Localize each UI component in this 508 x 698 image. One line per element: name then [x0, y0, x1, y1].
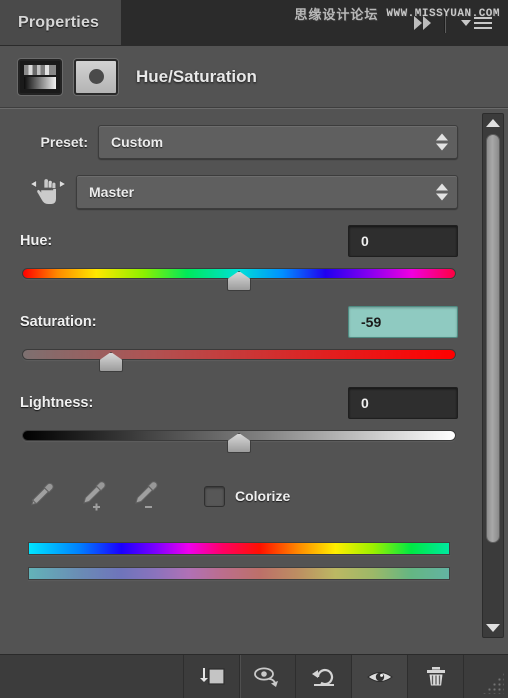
adjustment-controls: Preset: Custom Master Hue: 0 Saturation:…	[0, 109, 476, 642]
checkbox-unchecked-icon[interactable]	[204, 485, 225, 507]
eyedropper-add-icon[interactable]	[78, 480, 108, 512]
panel-tab-bar: Properties 思缘设计论坛 WWW.MISSYUAN.COM	[0, 0, 508, 46]
preset-select-value: Custom	[111, 134, 164, 150]
chevron-down-icon	[461, 19, 471, 26]
stepper-up-down-icon	[436, 183, 448, 201]
saturation-label: Saturation:	[20, 314, 97, 330]
on-image-adjustment-hand-icon[interactable]	[20, 173, 76, 211]
eye-rotate-icon	[254, 667, 278, 687]
scroll-down-arrow-icon[interactable]	[483, 619, 503, 637]
adjustment-thumb-gradient	[24, 76, 56, 89]
toggle-visibility-button[interactable]	[352, 655, 408, 698]
source-color-spectrum	[28, 542, 450, 555]
delete-adjustment-button[interactable]	[408, 655, 464, 698]
toggle-last-state-button[interactable]	[240, 655, 296, 698]
hamburger-icon	[474, 16, 492, 29]
saturation-slider-group: Saturation: -59	[20, 306, 458, 373]
hue-value-input[interactable]: 0	[348, 225, 458, 257]
clip-to-layer-button[interactable]	[184, 655, 240, 698]
trash-icon	[426, 666, 445, 686]
hue-slider-group: Hue: 0	[20, 225, 458, 292]
vertical-scrollbar[interactable]	[482, 113, 504, 638]
reset-adjustment-button[interactable]	[296, 655, 352, 698]
stepper-up-down-icon	[436, 133, 448, 151]
channel-select-value: Master	[89, 184, 135, 200]
lightness-slider-group: Lightness: 0	[20, 387, 458, 454]
channel-select[interactable]: Master	[76, 175, 458, 209]
colorize-label: Colorize	[235, 488, 291, 504]
channel-row: Master	[20, 173, 458, 211]
colorize-checkbox-row[interactable]: Colorize	[204, 485, 291, 507]
tools-row: Colorize	[20, 480, 458, 512]
tab-bar-empty-area	[122, 0, 410, 45]
scroll-up-arrow-icon[interactable]	[483, 114, 503, 132]
panel-footer-toolbar	[0, 654, 508, 698]
panel-menu-icon[interactable]	[455, 16, 498, 29]
scrollbar-track[interactable]	[483, 132, 503, 619]
hue-slider-track-wrap[interactable]	[22, 266, 456, 292]
adjustment-header: Hue/Saturation	[0, 46, 508, 108]
mask-dot-icon	[88, 69, 104, 84]
tab-properties[interactable]: Properties	[0, 0, 123, 45]
panel-body: Preset: Custom Master Hue: 0 Saturation:…	[0, 108, 508, 642]
lightness-label: Lightness:	[20, 395, 94, 411]
saturation-slider-header: Saturation: -59	[20, 306, 458, 338]
preset-row: Preset: Custom	[20, 125, 458, 159]
adjustment-thumb-bars	[24, 64, 56, 75]
saturation-value-input[interactable]: -59	[348, 306, 458, 338]
page-title: Hue/Saturation	[136, 66, 257, 86]
result-color-spectrum	[28, 567, 450, 580]
preset-label: Preset:	[40, 134, 88, 150]
panel-tab-controls	[410, 0, 508, 45]
hue-slider-thumb[interactable]	[227, 271, 251, 291]
double-chevron-right-icon[interactable]	[410, 15, 435, 30]
hue-label: Hue:	[20, 233, 53, 249]
eyedropper-icon[interactable]	[26, 480, 56, 512]
saturation-slider-track-wrap[interactable]	[22, 347, 456, 373]
hue-slider-header: Hue: 0	[20, 225, 458, 257]
eye-icon	[366, 671, 393, 682]
color-spectrum-bars	[20, 542, 458, 580]
lightness-slider-track-wrap[interactable]	[22, 428, 456, 454]
properties-panel: Properties 思缘设计论坛 WWW.MISSYUAN.COM Hue/S…	[0, 0, 508, 698]
reset-arrow-icon	[311, 668, 334, 686]
lightness-slider-header: Lightness: 0	[20, 387, 458, 419]
saturation-slider-track[interactable]	[22, 349, 456, 360]
preset-select[interactable]: Custom	[98, 125, 458, 159]
toolbar-divider	[444, 12, 446, 33]
clip-to-layer-icon	[199, 667, 225, 685]
lightness-slider-thumb[interactable]	[227, 433, 251, 453]
tab-properties-label: Properties	[18, 13, 100, 31]
hue-saturation-adjustment-thumbnail[interactable]	[18, 58, 62, 95]
scrollbar-thumb[interactable]	[486, 134, 500, 544]
footer-empty-area	[0, 655, 184, 698]
resize-grip-icon[interactable]	[464, 655, 508, 698]
saturation-slider-thumb[interactable]	[98, 352, 123, 372]
layer-mask-thumbnail[interactable]	[74, 58, 118, 95]
lightness-value-input[interactable]: 0	[348, 387, 458, 419]
eyedropper-subtract-icon[interactable]	[130, 480, 160, 512]
